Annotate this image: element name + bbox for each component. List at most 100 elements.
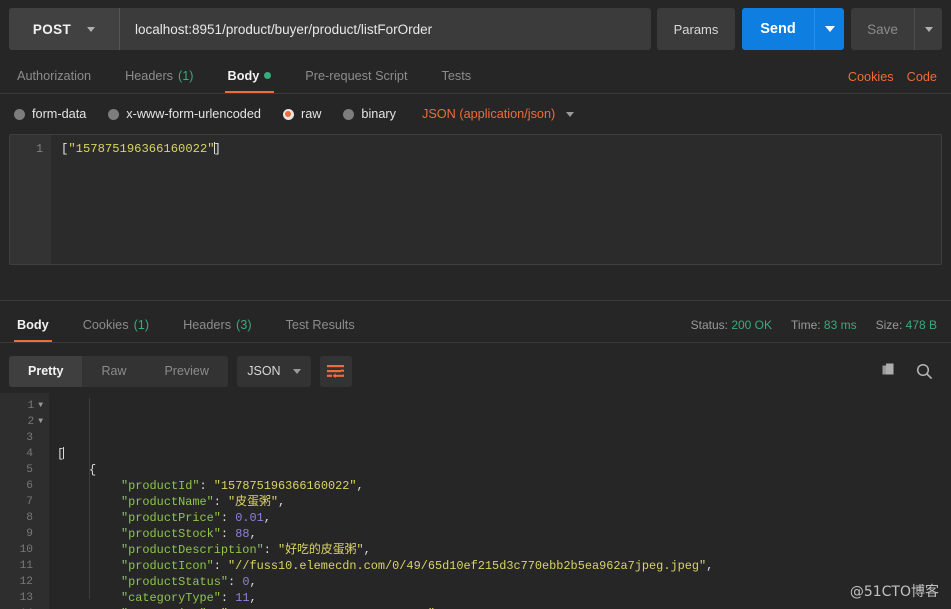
json-punctuation: { <box>89 463 97 477</box>
line-number: 1 <box>27 400 35 412</box>
json-key: "productName" <box>121 495 214 509</box>
tab-label: Body <box>227 68 260 83</box>
status-value: 200 OK <box>731 318 773 332</box>
gutter-line: 3 <box>0 430 49 446</box>
code-line: "productId": "157875196366160022", <box>57 478 951 494</box>
json-string-value: "//fuss10.elemecdn.com/0/49/65d10ef215d3… <box>228 559 707 573</box>
request-body-code[interactable]: ["157875196366160022"] <box>51 135 941 264</box>
json-punctuation: , <box>278 495 286 509</box>
response-view-mode-group: Pretty Raw Preview <box>9 355 228 387</box>
request-editor-gutter: 1 <box>10 135 51 264</box>
gutter-line: 13 <box>0 590 49 606</box>
line-number: 13 <box>19 592 33 604</box>
http-method-label: POST <box>32 21 72 37</box>
postman-window: POST localhost:8951/product/buyer/produc… <box>0 0 951 609</box>
request-body-editor[interactable]: 1 ["157875196366160022"] <box>9 134 942 265</box>
tab-label: Headers <box>125 68 174 83</box>
time-label: Time: <box>791 318 821 332</box>
copy-icon <box>882 363 894 375</box>
gutter-line: 5 <box>0 462 49 478</box>
code-line: [ <box>57 446 951 462</box>
json-key: "productIcon" <box>121 559 214 573</box>
response-format-dropdown[interactable]: JSON <box>236 355 311 387</box>
tab-label: Body <box>17 317 49 332</box>
search-icon <box>916 363 933 379</box>
request-tab-pre-request-script[interactable]: Pre-request Script <box>288 58 424 93</box>
json-string-value: "157875196366160022" <box>213 479 357 493</box>
request-json-value: "157875196366160022" <box>68 142 215 156</box>
word-wrap-button[interactable] <box>319 355 352 387</box>
json-punctuation: : <box>228 575 243 589</box>
body-type-binary[interactable]: binary <box>343 107 396 121</box>
gutter-line: 9 <box>0 526 49 542</box>
tab-label: Tests <box>441 68 472 83</box>
http-method-selector[interactable]: POST <box>9 8 120 50</box>
body-type-raw[interactable]: raw <box>282 107 322 121</box>
json-punctuation: , <box>249 527 257 541</box>
line-number: 5 <box>26 464 33 476</box>
response-meta: Status: 200 OK Time: 83 ms Size: 478 B <box>691 318 951 342</box>
request-tab-body[interactable]: Body <box>211 58 289 93</box>
request-tab-authorization[interactable]: Authorization <box>0 58 108 93</box>
search-button[interactable] <box>916 363 933 380</box>
content-type-dropdown[interactable]: JSON (application/json) <box>421 107 575 121</box>
code-link[interactable]: Code <box>907 70 937 84</box>
request-tabs: Authorization Headers (1) Body Pre-request S… <box>0 58 951 94</box>
gutter-line: 11 <box>0 558 49 574</box>
save-options-button[interactable] <box>914 8 942 50</box>
send-button[interactable]: Send <box>742 8 814 50</box>
body-type-form-data[interactable]: form-data <box>14 107 86 121</box>
json-number-value: 11 <box>235 591 250 605</box>
request-tabs-links: Cookies Code <box>848 70 951 93</box>
line-number: 10 <box>19 544 33 556</box>
line-number: 1 <box>36 143 43 156</box>
radio-icon <box>282 108 294 120</box>
request-tab-tests[interactable]: Tests <box>425 58 489 93</box>
size-value: 478 B <box>905 318 937 332</box>
response-tab-headers[interactable]: Headers (3) <box>166 307 268 342</box>
cookies-link[interactable]: Cookies <box>848 70 894 84</box>
line-number: 6 <box>26 480 33 492</box>
response-body-viewer[interactable]: 1▼2▼34567891011121314 [{"productId": "15… <box>0 393 951 609</box>
response-json-code[interactable]: [{"productId": "157875196366160022", "pro… <box>49 393 951 609</box>
params-button[interactable]: Params <box>657 8 735 50</box>
body-type-x-www-form-urlencoded[interactable]: x-www-form-urlencoded <box>108 107 261 121</box>
radio-icon <box>343 108 355 120</box>
tab-label: Authorization <box>17 68 92 83</box>
gutter-line: 1 ▼ <box>0 398 49 414</box>
status-group: Status: 200 OK <box>691 318 772 332</box>
view-mode-preview[interactable]: Preview <box>145 356 227 387</box>
response-tab-body[interactable]: Body <box>0 307 66 342</box>
json-punctuation: : <box>220 511 236 525</box>
json-punctuation: : <box>220 591 236 605</box>
response-tab-test-results[interactable]: Test Results <box>269 307 372 342</box>
response-tab-cookies[interactable]: Cookies (1) <box>66 307 166 342</box>
body-present-dot-icon <box>264 72 272 79</box>
body-type-label: raw <box>300 107 322 121</box>
line-number: 4 <box>26 448 33 460</box>
method-url-group: POST localhost:8951/product/buyer/produc… <box>9 8 651 50</box>
json-punctuation: , <box>706 559 714 573</box>
request-url-input[interactable]: localhost:8951/product/buyer/product/lis… <box>120 8 651 50</box>
content-type-label: JSON (application/json) <box>421 107 556 121</box>
save-button[interactable]: Save <box>851 8 914 50</box>
fold-arrow-icon[interactable]: ▼ <box>38 402 43 410</box>
view-mode-raw[interactable]: Raw <box>82 356 145 387</box>
request-tab-headers[interactable]: Headers (1) <box>108 58 210 93</box>
tab-label: Headers <box>183 317 232 332</box>
time-value: 83 ms <box>823 318 857 332</box>
text-cursor <box>63 447 65 459</box>
json-key: "productDescription" <box>121 543 264 557</box>
size-group: Size: 478 B <box>876 318 937 332</box>
json-punctuation: , <box>249 575 257 589</box>
tab-label: Test Results <box>285 317 355 332</box>
copy-button[interactable] <box>882 363 898 379</box>
send-options-button[interactable] <box>814 8 844 50</box>
response-divider <box>0 300 951 301</box>
json-key: "productStock" <box>121 527 221 541</box>
line-number: 3 <box>26 432 33 444</box>
fold-arrow-icon[interactable]: ▼ <box>38 418 43 426</box>
code-line: "productName": "皮蛋粥", <box>57 494 951 510</box>
view-mode-pretty[interactable]: Pretty <box>9 355 83 387</box>
code-line: "productDescription": "好吃的皮蛋粥", <box>57 542 951 558</box>
